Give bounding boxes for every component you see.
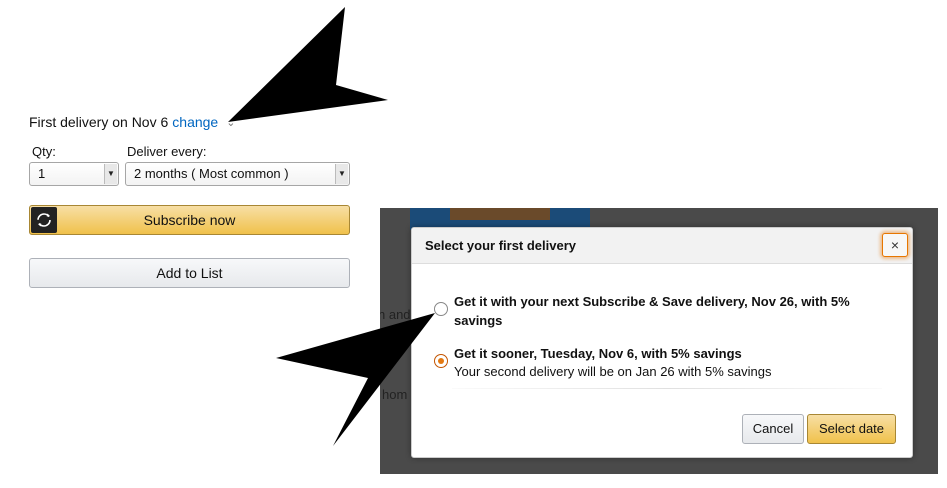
annotation-arrow-bottom — [276, 313, 435, 446]
annotation-arrow-top — [228, 7, 388, 122]
annotation-arrows — [228, 7, 435, 446]
